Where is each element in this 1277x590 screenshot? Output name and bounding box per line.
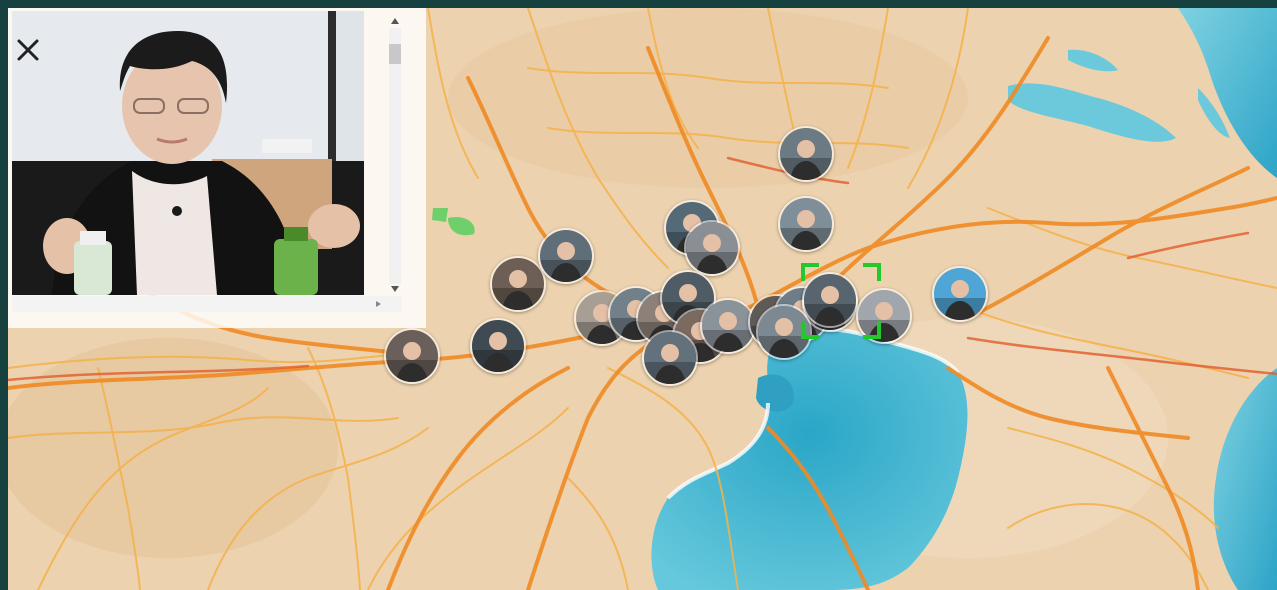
person-photo-icon[interactable]: [778, 126, 834, 182]
close-icon[interactable]: [14, 36, 42, 64]
person-photo-icon[interactable]: [684, 220, 740, 276]
triangle-up-icon[interactable]: [390, 16, 400, 26]
popup-vertical-scrollbar[interactable]: [385, 14, 405, 296]
person-photo-icon[interactable]: [538, 228, 594, 284]
person-photo-icon[interactable]: [756, 304, 812, 360]
person-photo-icon[interactable]: [642, 330, 698, 386]
photo-popup: [8, 8, 426, 328]
app-frame: [0, 0, 1277, 590]
person-photo-icon[interactable]: [932, 266, 988, 322]
person-photo-icon[interactable]: [778, 196, 834, 252]
woman-speaking-photo: [12, 11, 364, 295]
scroll-thumb[interactable]: [389, 44, 401, 64]
person-photo-icon[interactable]: [470, 318, 526, 374]
person-photo-icon[interactable]: [490, 256, 546, 312]
scroll-track[interactable]: [389, 28, 401, 284]
person-photo-icon[interactable]: [384, 328, 440, 384]
person-photo-icon[interactable]: [802, 272, 858, 328]
popup-horizontal-scrollbar[interactable]: [12, 296, 402, 312]
triangle-down-icon[interactable]: [390, 284, 400, 294]
person-photo-icon[interactable]: [856, 288, 912, 344]
triangle-right-icon[interactable]: [374, 300, 382, 308]
